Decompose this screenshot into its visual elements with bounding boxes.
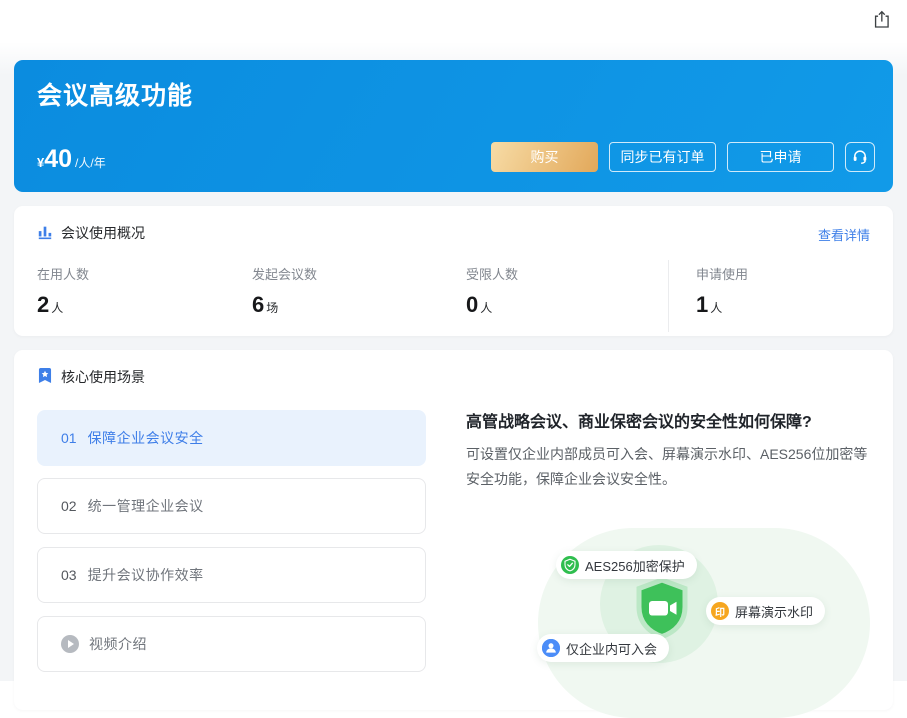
stat-label: 发起会议数 — [252, 264, 317, 283]
headset-icon — [851, 147, 869, 168]
bookmark-star-icon — [37, 367, 53, 387]
scene-item-number: 03 — [61, 567, 77, 583]
share-icon — [871, 9, 891, 35]
bar-chart-icon — [37, 224, 53, 243]
scene-item-management[interactable]: 02 统一管理企业会议 — [37, 478, 426, 534]
price-unit: /人/年 — [75, 154, 106, 171]
support-button[interactable] — [845, 142, 875, 172]
view-details-link[interactable]: 查看详情 — [818, 225, 870, 244]
person-icon — [542, 639, 560, 657]
scene-item-number: 02 — [61, 498, 77, 514]
stat-unit: 人 — [480, 301, 492, 315]
stat-label: 在用人数 — [37, 264, 89, 283]
price-currency: ¥ — [37, 155, 44, 170]
page-title: 会议高级功能 — [37, 76, 193, 112]
shield-check-icon — [561, 556, 579, 574]
scenes-card-header: 核心使用场景 — [37, 367, 145, 387]
play-icon — [61, 635, 79, 653]
scene-item-label: 保障企业会议安全 — [88, 428, 204, 448]
stat-value: 0人 — [466, 292, 518, 318]
badge-label: AES256加密保护 — [585, 556, 685, 575]
badge-internal-only: 仅企业内可入会 — [537, 634, 669, 662]
badge-label: 屏幕演示水印 — [735, 602, 813, 621]
badge-screen-watermark: 印 屏幕演示水印 — [706, 597, 825, 625]
scene-detail-description: 可设置仅企业内部成员可入会、屏幕演示水印、AES256位加密等安全功能，保障企业… — [466, 442, 874, 492]
scene-item-number: 01 — [61, 430, 77, 446]
price-amount: 40 — [44, 147, 72, 172]
stat-label: 受限人数 — [466, 264, 518, 283]
sync-orders-button[interactable]: 同步已有订单 — [609, 142, 716, 172]
price: ¥ 40 /人/年 — [37, 147, 106, 172]
stat-value: 6场 — [252, 292, 317, 318]
scene-item-security[interactable]: 01 保障企业会议安全 — [37, 410, 426, 466]
scene-detail-heading: 高管战略会议、商业保密会议的安全性如何保障? — [466, 408, 880, 432]
share-button[interactable] — [869, 10, 893, 34]
badge-label: 仅企业内可入会 — [566, 639, 657, 658]
stat-apply-usage: 申请使用 1人 — [696, 264, 748, 318]
video-intro-item[interactable]: 视频介绍 — [37, 616, 426, 672]
badge-aes-encryption: AES256加密保护 — [556, 551, 697, 579]
stat-restricted-users: 受限人数 0人 — [466, 264, 518, 318]
stat-unit: 人 — [51, 301, 63, 315]
stat-meetings-started: 发起会议数 6场 — [252, 264, 317, 318]
product-banner: 会议高级功能 ¥ 40 /人/年 购买 同步已有订单 已申请 — [14, 60, 893, 192]
applied-button[interactable]: 已申请 — [727, 142, 834, 172]
buy-button[interactable]: 购买 — [491, 142, 598, 172]
stat-unit: 场 — [266, 301, 278, 315]
stat-value: 2人 — [37, 292, 89, 318]
stamp-icon: 印 — [711, 602, 729, 620]
usage-overview-card: 会议使用概况 查看详情 在用人数 2人 发起会议数 6场 受限人数 0人 申请使… — [14, 206, 893, 336]
stats-divider — [668, 260, 669, 332]
scene-item-efficiency[interactable]: 03 提升会议协作效率 — [37, 547, 426, 603]
core-scenes-card: 核心使用场景 01 保障企业会议安全 02 统一管理企业会议 03 提升会议协作… — [14, 350, 893, 710]
stat-unit: 人 — [710, 301, 722, 315]
banner-actions: 购买 同步已有订单 已申请 — [491, 142, 875, 172]
scene-item-label: 提升会议协作效率 — [88, 565, 204, 585]
stat-value: 1人 — [696, 292, 748, 318]
usage-card-header: 会议使用概况 — [37, 223, 145, 243]
scenes-card-title: 核心使用场景 — [61, 367, 145, 387]
stat-label: 申请使用 — [696, 264, 748, 283]
video-intro-label: 视频介绍 — [89, 634, 147, 654]
scene-item-label: 统一管理企业会议 — [88, 496, 204, 516]
stat-active-users: 在用人数 2人 — [37, 264, 89, 318]
usage-card-title: 会议使用概况 — [61, 223, 145, 243]
